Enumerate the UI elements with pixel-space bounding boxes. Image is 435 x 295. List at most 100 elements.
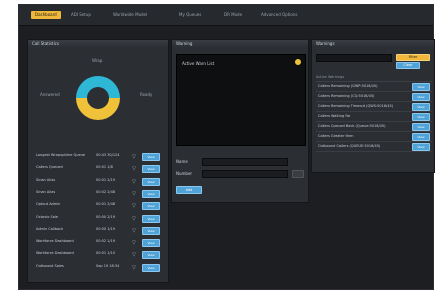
view-button[interactable]: View <box>142 153 160 161</box>
stat-value: 00:01 1/8 <box>96 165 113 170</box>
filter-icon[interactable]: ▽ <box>132 240 136 246</box>
stat-label: Callers Queued <box>36 165 63 170</box>
stat-label: Workforce Dashboard <box>36 251 74 256</box>
stat-value: 00:01 2/48 <box>96 202 116 207</box>
donut-slice <box>76 98 120 120</box>
lookup-button[interactable] <box>292 170 304 178</box>
filter-icon[interactable]: ▽ <box>132 166 136 172</box>
tab-adi-setup[interactable]: ADI Setup <box>71 11 91 19</box>
view-button[interactable]: View <box>412 123 430 131</box>
list-item: Callers Waiting Far View <box>316 112 432 122</box>
filter-icon[interactable]: ▽ <box>132 191 136 197</box>
list-header: Active Warnings <box>316 74 432 82</box>
stat-row: Admin Callback 00:00 1/19 ▽ View <box>36 226 164 236</box>
call-statistics-panel: Call Statistics Wrap Answered Ready Long… <box>27 39 169 283</box>
clear-button[interactable]: Clear <box>396 62 420 69</box>
view-button[interactable]: View <box>142 251 160 260</box>
list-item: Callers Queued Back (Queue:5016/45) View <box>316 122 432 132</box>
top-navigation: Dashboard ADI Setup Worldwide Model My Q… <box>19 5 433 26</box>
filter-icon[interactable]: ▽ <box>132 228 136 234</box>
view-button[interactable]: View <box>142 226 160 235</box>
stat-row: Workforce Dashboard 00:02 1/19 ▽ View <box>36 238 164 248</box>
list-item: Callers Greater then View <box>316 132 432 142</box>
view-button[interactable]: View <box>412 103 430 111</box>
add-button[interactable]: Add <box>176 186 202 194</box>
list-item-text: Callers Greater then <box>318 134 354 138</box>
list-item-text: Outbound Callers (QUEUE:5016/45) <box>318 144 381 148</box>
stat-value: 00:02 1/19 <box>96 239 116 244</box>
donut-svg <box>76 76 120 120</box>
view-button[interactable]: View <box>142 263 160 272</box>
view-button[interactable]: View <box>142 165 160 174</box>
warning-panel: Warning Active Warn List Name Number Add <box>171 39 309 203</box>
view-button[interactable]: View <box>142 189 160 198</box>
tab-my-queues[interactable]: My Queues <box>179 11 201 19</box>
tab-dashboard[interactable]: Dashboard <box>31 11 61 19</box>
stat-label: Longest Wrapuptime Queue <box>36 153 85 157</box>
panel-title: Warnings <box>312 40 434 48</box>
warnings-list: Active Warnings Callers Remaining (GWP:5… <box>316 74 432 152</box>
view-button[interactable]: View <box>412 133 430 141</box>
active-warn-list-label: Active Warn List <box>182 61 215 66</box>
stat-label: Workforce Dashboard <box>36 239 74 244</box>
list-item-text: Callers Remaining (CQ:5016/45) <box>318 94 375 98</box>
filter-icon[interactable]: ▽ <box>132 216 136 222</box>
number-field-row: Number <box>176 170 306 178</box>
stat-label: Octavio Sale <box>36 214 58 219</box>
view-button[interactable]: View <box>142 239 160 248</box>
donut-chart: Wrap Answered Ready <box>28 52 168 148</box>
warnings-panel: Warnings Filter Clear Active Warnings Ca… <box>311 39 435 173</box>
name-field-row: Name <box>176 158 306 166</box>
view-button[interactable]: View <box>412 83 430 91</box>
view-button[interactable]: View <box>412 113 430 121</box>
search-input[interactable] <box>316 54 392 62</box>
stat-row: Sinan Alias 00:01 2/19 ▽ View <box>36 177 164 187</box>
view-button[interactable]: View <box>412 143 430 151</box>
number-label: Number <box>176 171 193 176</box>
stat-row: Octavio Sale 00:00 2/19 ▽ View <box>36 214 164 224</box>
stat-label: Sinan Alias <box>36 177 56 182</box>
stat-value: 00:01 2/19 <box>96 177 116 182</box>
filter-icon[interactable]: ▽ <box>132 252 136 258</box>
list-item: Outbound Callers (QUEUE:5016/45) View <box>316 142 432 152</box>
list-item-text: Callers Waiting Far <box>318 114 351 118</box>
name-input[interactable] <box>202 158 288 166</box>
stat-value: 00:02 2/48 <box>96 189 116 194</box>
panel-title: Call Statistics <box>28 40 168 48</box>
tab-worldwide-model[interactable]: Worldwide Model <box>113 11 147 19</box>
tab-dr-mode[interactable]: DR Mode <box>224 11 242 19</box>
stat-label: Optout Admin <box>36 202 61 207</box>
tab-advanced-options[interactable]: Advanced Options <box>261 11 297 19</box>
list-item-text: Callers Remaining (GWP:5016/45) <box>318 84 378 88</box>
view-button[interactable]: View <box>142 202 160 211</box>
stat-label: Sinan Alias <box>36 189 56 194</box>
name-label: Name <box>176 159 188 164</box>
number-input[interactable] <box>202 170 288 178</box>
warning-star-icon[interactable] <box>295 59 301 65</box>
donut-slice <box>76 76 120 98</box>
view-button[interactable]: View <box>142 177 160 186</box>
stat-row: Sinan Alias 00:02 2/48 ▽ View <box>36 189 164 199</box>
active-warn-list: Active Warn List <box>176 54 306 146</box>
stat-value: 00:00 1/19 <box>96 226 116 231</box>
stat-value: 00:01 1/10 <box>96 251 116 256</box>
stat-row: Workforce Dashboard 00:01 1/10 ▽ View <box>36 250 164 260</box>
stat-value: 00:43 30/124 <box>96 153 120 157</box>
filter-icon[interactable]: ▽ <box>132 179 136 185</box>
stat-row: Optout Admin 00:01 2/48 ▽ View <box>36 201 164 211</box>
panel-title: Warning <box>172 40 308 48</box>
stat-value: 00:00 2/19 <box>96 214 116 219</box>
stat-row: Callers Queued 00:01 1/8 ▽ View <box>36 164 164 174</box>
stat-row: Outbound Sales Sep 19 18:34 ▽ View <box>36 263 164 273</box>
filter-button[interactable]: Filter <box>396 54 430 61</box>
list-item: Callers Remaining Timeout (QWS:5016/45) V… <box>316 102 432 112</box>
filter-icon[interactable]: ▽ <box>132 203 136 209</box>
filter-icon[interactable]: ▽ <box>132 154 136 160</box>
filter-icon[interactable]: ▽ <box>132 265 136 271</box>
view-button[interactable]: View <box>412 93 430 101</box>
stat-value: Sep 19 18:34 <box>96 263 120 268</box>
stat-row: Longest Wrapuptime Queue 00:43 30/124 ▽ Vie… <box>36 152 164 162</box>
view-button[interactable]: View <box>142 214 160 223</box>
app-window: Dashboard ADI Setup Worldwide Model My Q… <box>18 4 435 290</box>
list-item-text: Callers Remaining Timeout (QWS:5016/45) <box>318 104 394 108</box>
